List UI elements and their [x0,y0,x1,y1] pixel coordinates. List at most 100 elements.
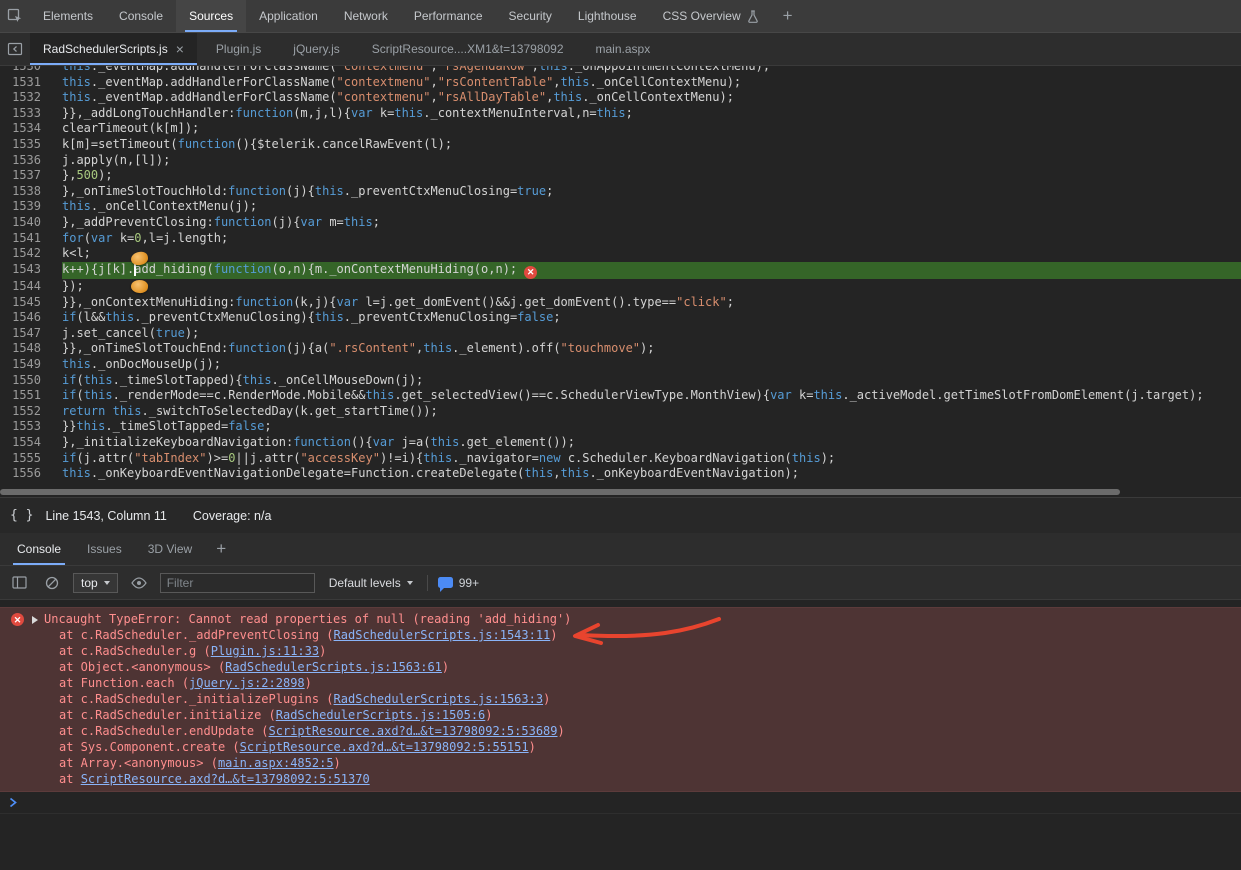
code-line-1551[interactable]: 1551if(this._renderMode==c.RenderMode.Mo… [0,388,1241,404]
line-number[interactable]: 1533 [0,106,62,122]
code-line-1533[interactable]: 1533}},_addLongTouchHandler:function(m,j… [0,106,1241,122]
editor-horizontal-scrollbar[interactable] [0,487,1241,497]
line-number[interactable]: 1548 [0,341,62,357]
code-line-1552[interactable]: 1552return this._switchToSelectedDay(k.g… [0,404,1241,420]
line-number[interactable]: 1553 [0,419,62,435]
code-line-1538[interactable]: 1538},_onTimeSlotTouchHold:function(j){t… [0,184,1241,200]
line-number[interactable]: 1536 [0,153,62,169]
code-line-1541[interactable]: 1541for(var k=0,l=j.length; [0,231,1241,247]
file-tab-main-aspx[interactable]: main.aspx [583,33,664,65]
code-line-1539[interactable]: 1539this._onCellContextMenu(j); [0,199,1241,215]
clear-console-icon[interactable] [41,566,63,599]
code-line-1535[interactable]: 1535k[m]=setTimeout(function(){$telerik.… [0,137,1241,153]
code-line-1555[interactable]: 1555if(j.attr("tabIndex")>=0||j.attr("ac… [0,451,1241,467]
line-number[interactable]: 1556 [0,466,62,482]
code-line-1531[interactable]: 1531this._eventMap.addHandlerForClassNam… [0,75,1241,91]
code-line-1543[interactable]: 1543k++){j[k].add_hiding(function(o,n){m… [0,262,1241,279]
code-line-1537[interactable]: 1537},500); [0,168,1241,184]
line-number[interactable]: 1551 [0,388,62,404]
stack-frame-link[interactable]: RadSchedulerScripts.js:1563:3 [334,692,544,706]
code-line-1554[interactable]: 1554},_initializeKeyboardNavigation:func… [0,435,1241,451]
code-line-1540[interactable]: 1540},_addPreventClosing:function(j){var… [0,215,1241,231]
navigator-toggle-icon[interactable] [0,33,30,65]
console-prompt[interactable] [0,792,1241,814]
stack-frame-link[interactable]: ScriptResource.axd?d…&t=13798092:5:51370 [81,772,370,786]
line-number[interactable]: 1530 [0,66,62,75]
context-selector[interactable]: top [73,573,118,593]
pretty-print-icon[interactable]: { } [10,508,33,523]
line-number[interactable]: 1541 [0,231,62,247]
code-line-1546[interactable]: 1546if(l&&this._preventCtxMenuClosing){t… [0,310,1241,326]
source-editor[interactable]: 1530this._eventMap.addHandlerForClassNam… [0,66,1241,487]
error-message-row[interactable]: ✕ Uncaught TypeError: Cannot read proper… [0,611,1241,627]
panel-tab-console[interactable]: Console [106,0,176,32]
line-number[interactable]: 1549 [0,357,62,373]
issues-counter[interactable]: 99+ [438,576,479,590]
more-panels-icon[interactable]: + [772,0,804,32]
line-number[interactable]: 1540 [0,215,62,231]
code-line-1553[interactable]: 1553}}this._timeSlotTapped=false; [0,419,1241,435]
line-number[interactable]: 1554 [0,435,62,451]
code-line-1534[interactable]: 1534clearTimeout(k[m]); [0,121,1241,137]
code-line-1542[interactable]: 1542k<l; [0,246,1241,262]
file-tab-jquery-js[interactable]: jQuery.js [280,33,352,65]
code-line-1547[interactable]: 1547j.set_cancel(true); [0,326,1241,342]
file-tab-scriptresource-xm1-t-13798092[interactable]: ScriptResource....XM1&t=13798092 [359,33,577,65]
stack-frame-link[interactable]: main.aspx:4852:5 [218,756,334,770]
line-number[interactable]: 1552 [0,404,62,420]
line-number[interactable]: 1550 [0,373,62,389]
code-line-1536[interactable]: 1536j.apply(n,[l]); [0,153,1241,169]
panel-tab-security[interactable]: Security [496,0,565,32]
file-tab-plugin-js[interactable]: Plugin.js [203,33,274,65]
code-line-1549[interactable]: 1549this._onDocMouseUp(j); [0,357,1241,373]
line-number[interactable]: 1532 [0,90,62,106]
add-drawer-tab-icon[interactable]: + [205,533,237,565]
line-number[interactable]: 1546 [0,310,62,326]
panel-tab-application[interactable]: Application [246,0,331,32]
code-line-1544[interactable]: 1544}); [0,279,1241,295]
line-number[interactable]: 1555 [0,451,62,467]
panel-tab-elements[interactable]: Elements [30,0,106,32]
line-number[interactable]: 1537 [0,168,62,184]
panel-tab-network[interactable]: Network [331,0,401,32]
console-sidebar-icon[interactable] [7,566,31,599]
expand-triangle-icon[interactable] [32,616,38,624]
stack-frame-link[interactable]: jQuery.js:2:2898 [189,676,305,690]
panel-tab-performance[interactable]: Performance [401,0,496,32]
line-number[interactable]: 1543 [0,262,62,279]
console-filter-input[interactable] [160,573,315,593]
close-tab-icon[interactable]: × [176,42,184,56]
stack-frame-link[interactable]: RadSchedulerScripts.js:1505:6 [276,708,486,722]
stack-frame-link[interactable]: RadSchedulerScripts.js:1543:11 [334,628,551,642]
code-line-1548[interactable]: 1548}},_onTimeSlotTouchEnd:function(j){a… [0,341,1241,357]
code-line-1550[interactable]: 1550if(this._timeSlotTapped){this._onCel… [0,373,1241,389]
live-expression-icon[interactable] [128,566,150,599]
stack-frame-link[interactable]: ScriptResource.axd?d…&t=13798092:5:53689 [269,724,558,738]
line-number[interactable]: 1539 [0,199,62,215]
line-number[interactable]: 1542 [0,246,62,262]
line-number[interactable]: 1547 [0,326,62,342]
panel-tab-sources[interactable]: Sources [176,0,246,32]
stack-frame-link[interactable]: ScriptResource.axd?d…&t=13798092:5:55151 [240,740,529,754]
scrollbar-thumb[interactable] [0,489,1120,495]
line-number[interactable]: 1534 [0,121,62,137]
panel-tab-css-overview[interactable]: CSS Overview [650,0,772,32]
panel-tab-lighthouse[interactable]: Lighthouse [565,0,650,32]
line-number[interactable]: 1531 [0,75,62,91]
log-levels-dropdown[interactable]: Default levels [325,576,417,590]
line-number[interactable]: 1535 [0,137,62,153]
stack-frame-link[interactable]: RadSchedulerScripts.js:1563:61 [225,660,442,674]
code-line-1530[interactable]: 1530this._eventMap.addHandlerForClassNam… [0,66,1241,75]
code-line-1556[interactable]: 1556this._onKeyboardEventNavigationDeleg… [0,466,1241,482]
drawer-tab-3d-view[interactable]: 3D View [135,533,205,565]
line-number[interactable]: 1544 [0,279,62,295]
code-line-1545[interactable]: 1545}},_onContextMenuHiding:function(k,j… [0,295,1241,311]
line-number[interactable]: 1545 [0,295,62,311]
code-line-1532[interactable]: 1532this._eventMap.addHandlerForClassNam… [0,90,1241,106]
drawer-tab-issues[interactable]: Issues [74,533,135,565]
line-number[interactable]: 1538 [0,184,62,200]
file-tab-radschedulerscripts-js[interactable]: RadSchedulerScripts.js× [30,33,197,65]
inspect-icon[interactable] [0,0,30,32]
drawer-tab-console[interactable]: Console [4,533,74,565]
stack-frame-link[interactable]: Plugin.js:11:33 [211,644,319,658]
